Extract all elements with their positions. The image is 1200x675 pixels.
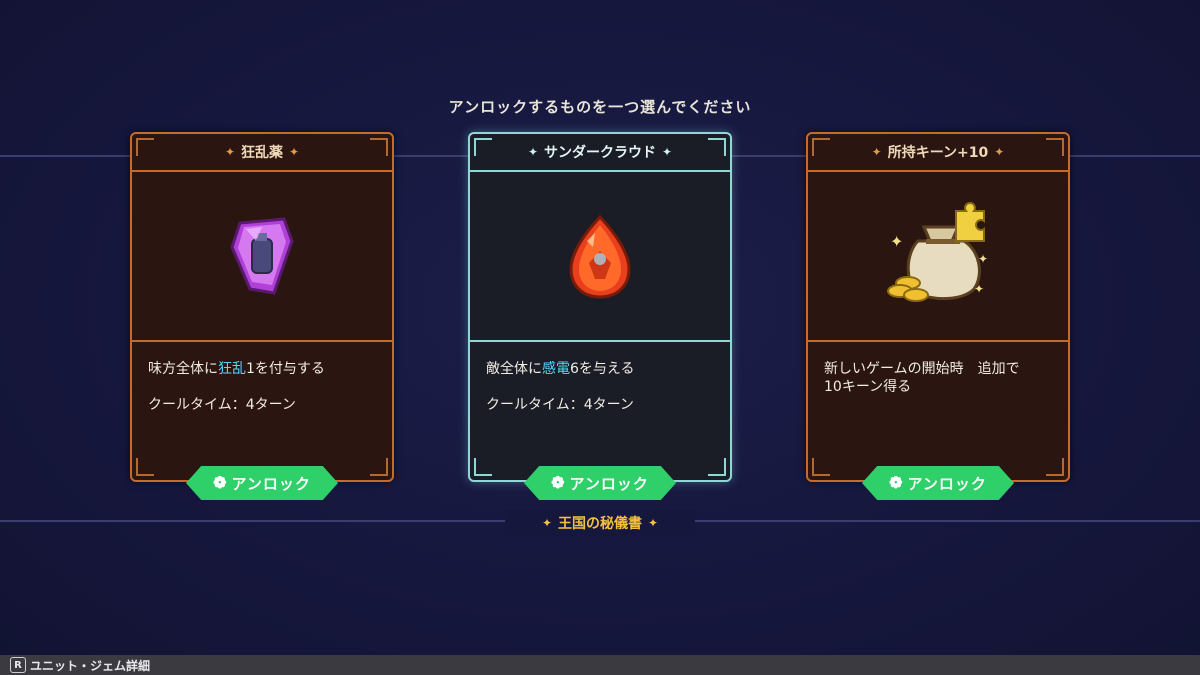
scroll-label-text: 王国の秘儀書 <box>558 516 642 532</box>
purple-crystal-potion-icon <box>230 217 294 295</box>
selection-prompt: アンロックするものを一つ選んでください <box>448 98 752 116</box>
r-button-icon: R <box>10 657 26 673</box>
effect-text: 味方全体に狂乱1を付与する <box>148 360 376 378</box>
effect-text-post: 6を与える <box>570 361 635 377</box>
card-title: サンダークラウド <box>544 145 656 161</box>
unlock-card-thunder-cloud[interactable]: ✦ サンダークラウド ✦ 敵全体に感電6を与える クールタイム：4ターン <box>468 132 732 482</box>
sparkle-icon: ✦ <box>871 145 882 159</box>
card-description: 敵全体に感電6を与える クールタイム：4ターン <box>470 340 730 432</box>
kingdom-scroll-label: ✦ 王国の秘儀書 ✦ <box>505 510 695 536</box>
sparkle-icon: ✦ <box>289 145 300 159</box>
card-art <box>470 172 730 340</box>
unlock-icon: ❁ <box>213 475 228 492</box>
status-keyword: 感電 <box>542 361 570 377</box>
corner-ornament <box>708 458 726 476</box>
effect-text: 敵全体に感電6を与える <box>486 360 714 378</box>
effect-text-pre: 敵全体に <box>486 361 542 377</box>
svg-text:✦: ✦ <box>890 232 903 251</box>
card-description: 味方全体に狂乱1を付与する クールタイム：4ターン <box>132 340 392 432</box>
card-title: 所持キーン+10 <box>887 145 989 161</box>
card-description: 新しいゲームの開始時 追加で10キーン得る <box>808 340 1068 414</box>
unit-gem-details-hint[interactable]: ユニット・ジェム詳細 <box>30 657 150 674</box>
status-keyword: 狂乱 <box>218 361 246 377</box>
unlock-icon: ❁ <box>889 475 904 492</box>
unlock-button-label: アンロック <box>231 475 311 493</box>
sparkle-icon: ✦ <box>648 516 659 530</box>
corner-ornament <box>812 458 830 476</box>
sparkle-icon: ✦ <box>541 516 552 530</box>
card-title: 狂乱薬 <box>241 145 283 161</box>
sparkle-icon: ✦ <box>527 145 538 159</box>
cooldown-text: クールタイム：4ターン <box>486 397 634 413</box>
sparkle-icon: ✦ <box>662 145 673 159</box>
unlock-button-label: アンロック <box>907 475 987 493</box>
corner-ornament <box>370 458 388 476</box>
effect-text-pre: 味方全体に <box>148 361 218 377</box>
unlock-icon: ❁ <box>551 475 566 492</box>
unlock-button[interactable]: ❁ アンロック <box>186 466 338 500</box>
card-title-bar: ✦ 所持キーン+10 ✦ <box>808 134 1068 172</box>
card-title-bar: ✦ 狂乱薬 ✦ <box>132 134 392 172</box>
corner-ornament <box>474 458 492 476</box>
coin-bag-puzzle-icon: ✦ ✦ ✦ <box>887 202 988 302</box>
unlock-button[interactable]: ❁ アンロック <box>524 466 676 500</box>
game-screen: アンロックするものを一つ選んでください ✦ 狂乱薬 ✦ 味方全体に狂乱1を付与す… <box>0 0 1200 675</box>
effect-text: 新しいゲームの開始時 追加で10キーン得る <box>824 361 1020 395</box>
card-art: ✦ ✦ ✦ <box>808 172 1068 340</box>
card-art <box>132 172 392 340</box>
card-title-bar: ✦ サンダークラウド ✦ <box>470 134 730 172</box>
corner-ornament <box>136 458 154 476</box>
sparkle-icon: ✦ <box>994 145 1005 159</box>
unlock-card-keen-plus-10[interactable]: ✦ 所持キーン+10 ✦ ✦ ✦ ✦ 新しいゲームの開始時 追加で10キーン得る <box>806 132 1070 482</box>
svg-text:✦: ✦ <box>978 252 988 266</box>
sparkle-icon: ✦ <box>224 145 235 159</box>
corner-ornament <box>1046 458 1064 476</box>
unlock-button-label: アンロック <box>569 475 649 493</box>
unlock-button[interactable]: ❁ アンロック <box>862 466 1014 500</box>
bottom-help-bar: R ユニット・ジェム詳細 <box>0 655 1200 675</box>
red-teardrop-gem-icon <box>569 214 631 299</box>
svg-text:✦: ✦ <box>974 282 984 296</box>
cooldown-text: クールタイム：4ターン <box>148 397 296 413</box>
unlock-card-frenzy-potion[interactable]: ✦ 狂乱薬 ✦ 味方全体に狂乱1を付与する クールタイム：4ターン <box>130 132 394 482</box>
effect-text-post: 1を付与する <box>246 361 325 377</box>
